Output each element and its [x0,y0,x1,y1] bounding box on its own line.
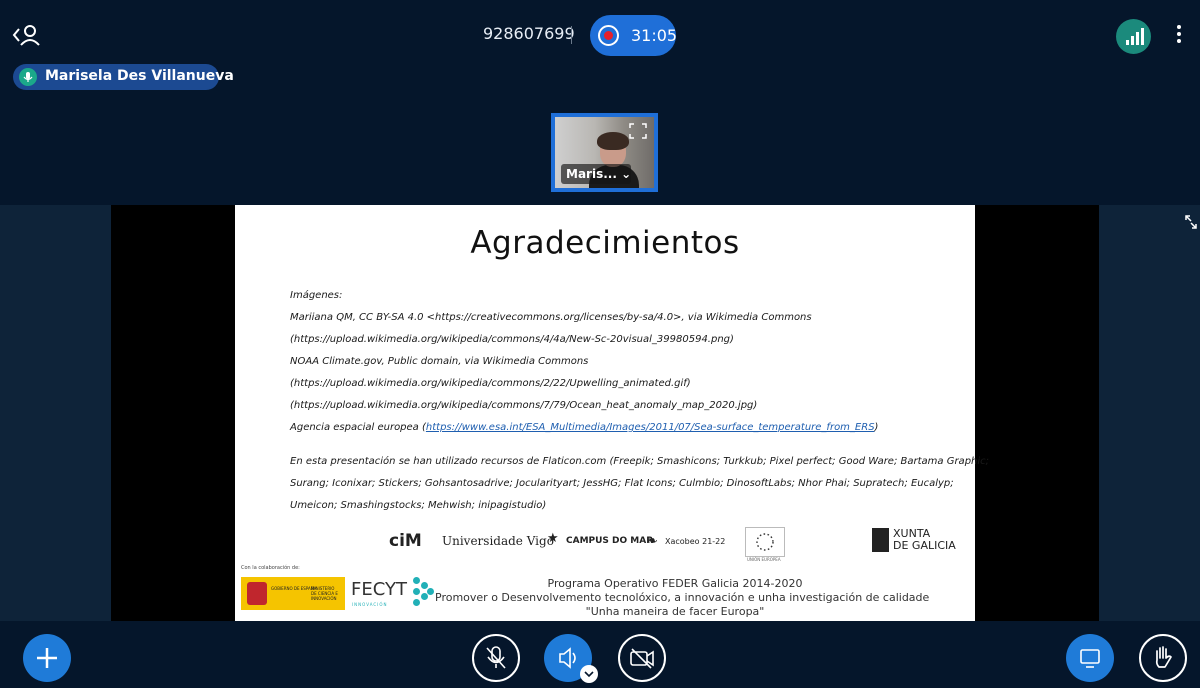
fecyt-logo: FECYT [351,579,407,600]
plus-icon [37,648,57,668]
slide-text-line: NOAA Climate.gov, Public domain, via Wik… [290,356,589,367]
hand-icon [1155,646,1172,668]
ministry-text: MINISTERIO DE CIENCIA E INNOVACIÓN [311,586,338,601]
slide-text-line: Imágenes: [290,290,343,301]
participants-back-button[interactable] [10,22,44,48]
agency-suffix: ) [874,422,879,433]
slide-credits-line: Surang; Iconixar; Stickers; Gohsantosadr… [290,478,954,489]
microphone-off-icon [486,646,506,669]
slide-text-line: Mariiana QM, CC BY-SA 4.0 <https://creat… [290,312,812,323]
slide-credits-line: Umeicon; Smashingstocks; Mehwish; inipag… [290,500,547,511]
video-off-icon [630,648,654,669]
xunta-shield-logo [872,528,889,552]
slide-text-line: (https://upload.wikimedia.org/wikipedia/… [290,378,691,389]
webcam-thumbnail[interactable]: Maris... ⌄ [551,113,658,192]
footer-motto: "Unha maneira de facer Europa" [585,605,765,618]
header-divider [571,26,572,44]
recording-button[interactable]: 31:05 [590,15,678,56]
esa-link[interactable]: https://www.esa.int/ESA_Multimedia/Image… [426,422,875,433]
footer-program: Programa Operativo FEDER Galicia 2014-20… [547,577,803,590]
xacobeo-icon: ❧ [647,534,658,549]
gobierno-espana-logo: GOBIERNO DE ESPAÑA MINISTERIO DE CIENCIA… [241,577,345,610]
eu-flag-logo [745,527,785,557]
gov-text: GOBIERNO DE ESPAÑA [271,586,317,591]
slide-text-line: (https://upload.wikimedia.org/wikipedia/… [290,334,734,345]
spain-shield-icon [247,582,267,605]
slide-title: Agradecimientos [470,225,740,261]
slide-text-line: (https://upload.wikimedia.org/wikipedia/… [290,400,758,411]
slide-agency-line: Agencia espacial europea (https://www.es… [290,422,878,433]
uvigo-logo: Universidade Vigo [442,534,554,548]
campus-star-icon: ★ [547,531,559,546]
presentation-slide: Agradecimientos Imágenes: Mariiana QM, C… [235,205,989,621]
collab-label: Con la colaboración de: [241,565,300,571]
fullscreen-button[interactable] [1182,212,1200,232]
more-dot [1177,32,1181,36]
meeting-id: 928607699 [483,24,575,43]
microphone-icon [19,68,37,86]
eu-label: UNIÓN EUROPEA [747,557,781,562]
record-timer: 31:05 [631,26,678,45]
footer-promote: Promover o Desenvolvemento tecnolóxico, … [435,591,930,604]
fecyt-sub: INNOVACIÓN [352,602,388,607]
bottom-toolbar [0,621,1200,688]
more-dot [1177,25,1181,29]
raise-hand-button[interactable] [1139,634,1187,682]
monitor-icon [1080,649,1100,668]
cim-logo: ciM [389,531,422,551]
campus-do-mar-logo: CAMPUS DO MAR [566,536,654,546]
fullscreen-icon [1185,215,1197,229]
agency-prefix: Agencia espacial europea ( [290,422,426,433]
active-speaker-name: Marisela Des Villanueva [45,68,234,84]
participants-icon [12,25,40,46]
add-actions-button[interactable] [23,634,71,682]
more-dot [1177,39,1181,43]
active-speaker-chip: Marisela Des Villanueva [13,64,234,90]
record-icon [598,25,619,46]
webcam-name: Maris... [566,167,617,181]
xunta-logo-line2: DE GALICIA [893,539,956,552]
expand-video-icon[interactable] [628,122,648,140]
slide-credits-line: En esta presentación se han utilizado re… [290,456,990,467]
share-screen-button[interactable] [1066,634,1114,682]
more-options-button[interactable] [1168,22,1190,50]
webcam-name-label: Maris... ⌄ [561,164,631,184]
webcam-person-hair [597,132,629,150]
camera-toggle-button[interactable] [618,634,666,682]
xacobeo-logo: Xacobeo 21-22 [665,537,726,546]
top-bar: 928607699 31:05 [0,0,1200,72]
mute-microphone-button[interactable] [472,634,520,682]
connection-status-button[interactable] [1116,19,1151,54]
signal-bars-icon [1126,28,1144,45]
fecyt-dots-icon [413,577,435,611]
audio-options-chevron-icon[interactable] [580,665,598,683]
